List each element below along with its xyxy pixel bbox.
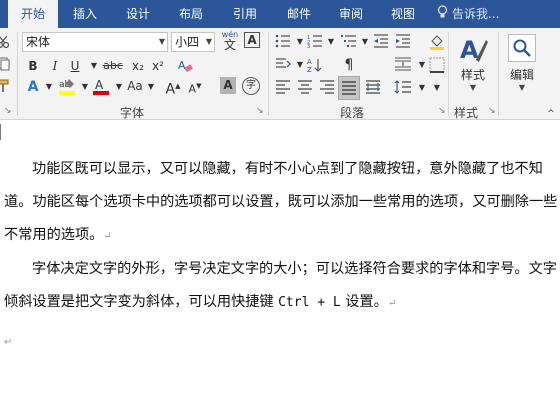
- font-launcher-icon[interactable]: ↘: [256, 106, 264, 116]
- change-case-dropdown[interactable]: ▼: [140, 77, 162, 97]
- margin-marker: [0, 124, 3, 140]
- distributed-icon: [366, 80, 380, 94]
- font-name-select[interactable]: 宋体 ▼: [22, 32, 168, 52]
- justify-button[interactable]: [338, 76, 360, 100]
- justify-icon: [342, 81, 356, 95]
- tab-layout[interactable]: 布局: [168, 0, 214, 28]
- increase-indent-icon: [396, 34, 410, 48]
- italic-button[interactable]: I: [44, 56, 66, 76]
- cut-icon[interactable]: [0, 33, 14, 53]
- increase-indent-button[interactable]: [392, 32, 414, 52]
- paragraph[interactable]: 字体决定文字的外形，字号决定文字的大小；可以选择符合要求的字体和字号。文字倾斜设…: [4, 253, 560, 320]
- svg-text:3: 3: [307, 44, 310, 48]
- ribbon: ↘ 宋体 ▼ 小四 ▼ wén 文 A B I U ▼ abc x₂ x² A …: [0, 28, 560, 120]
- group-separator: [268, 32, 269, 116]
- chevron-down-icon: ▼: [469, 83, 477, 92]
- styles-icon: A: [460, 36, 488, 64]
- borders-button[interactable]: [426, 55, 448, 75]
- shrink-font-label: A: [188, 82, 197, 96]
- grow-font-label: A: [165, 81, 176, 98]
- svg-text:A: A: [307, 58, 312, 66]
- phonetic-guide-button[interactable]: wén 文: [219, 30, 241, 54]
- decrease-indent-icon: [374, 34, 388, 48]
- chevron-down-icon: ▼: [205, 37, 212, 46]
- grow-font-button[interactable]: A▲: [162, 76, 184, 98]
- styles-label: 样式: [460, 68, 485, 82]
- align-center-icon: [298, 80, 312, 94]
- styles-button[interactable]: A 样式 ▼: [452, 32, 494, 92]
- character-shading-button[interactable]: A: [220, 77, 236, 94]
- align-right-icon: [320, 80, 334, 94]
- search-icon: [508, 34, 536, 62]
- tab-design[interactable]: 设计: [115, 0, 161, 28]
- align-center-button[interactable]: [294, 78, 316, 98]
- format-painter-icon[interactable]: [0, 77, 14, 97]
- styles-launcher-icon[interactable]: ↘: [488, 106, 496, 116]
- font-size-select[interactable]: 小四 ▼: [171, 32, 215, 52]
- strikethrough-button[interactable]: abc: [100, 56, 126, 76]
- group-separator: [17, 32, 18, 116]
- subscript-button[interactable]: x₂: [127, 56, 149, 76]
- shrink-font-button[interactable]: A▼: [184, 76, 206, 96]
- tell-me-box[interactable]: 告诉我...: [437, 0, 499, 28]
- editing-button[interactable]: 编辑 ▼: [502, 32, 542, 92]
- show-marks-button[interactable]: ¶: [338, 55, 360, 75]
- sort-button[interactable]: AZ: [304, 55, 326, 75]
- borders-icon: [429, 57, 445, 73]
- align-left-button[interactable]: [272, 78, 294, 98]
- styles-group-label: 样式: [454, 106, 479, 120]
- font-group-label: 字体: [120, 106, 145, 120]
- phonetic-guide-char: 文: [223, 38, 236, 52]
- tab-review[interactable]: 审阅: [328, 0, 374, 28]
- document-area[interactable]: 功能区既可以显示，又可以隐藏，有时不小心点到了隐藏按钮，意外隐藏了也不知道。功能…: [0, 121, 560, 400]
- clipboard-launcher-icon[interactable]: ↘: [4, 106, 12, 116]
- svg-text:A: A: [95, 78, 104, 92]
- align-left-icon: [276, 80, 290, 94]
- editing-label: 编辑: [509, 68, 534, 82]
- shading-button[interactable]: [426, 32, 448, 52]
- tell-me-text: 告诉我...: [452, 7, 500, 21]
- tab-mailings[interactable]: 邮件: [276, 0, 322, 28]
- decrease-indent-button[interactable]: [370, 32, 392, 52]
- font-size-value: 小四: [175, 35, 200, 49]
- font-name-value: 宋体: [26, 35, 51, 49]
- group-separator: [448, 32, 449, 116]
- character-border-button[interactable]: A: [244, 32, 260, 48]
- clear-formatting-button[interactable]: A: [174, 56, 196, 76]
- line-spacing-icon: [394, 80, 411, 94]
- pilcrow-icon: ¶: [344, 57, 354, 73]
- svg-text:Z: Z: [307, 66, 312, 73]
- tab-references[interactable]: 引用: [222, 0, 268, 28]
- paragraph-group-label: 段落: [340, 106, 365, 120]
- copy-icon[interactable]: [0, 55, 14, 75]
- lightbulb-icon: [437, 1, 448, 29]
- tab-home[interactable]: 开始: [8, 0, 58, 28]
- shortcut-text: Ctrl + L: [278, 295, 341, 310]
- eraser-icon: A: [178, 59, 193, 73]
- paragraph-launcher-icon[interactable]: ↘: [438, 106, 446, 116]
- bold-button[interactable]: B: [22, 56, 44, 76]
- paragraph-spacing-icon: [395, 57, 411, 71]
- sort-icon: AZ: [307, 58, 322, 73]
- align-right-button[interactable]: [316, 78, 338, 98]
- paragraph-mark: ↵: [103, 231, 112, 242]
- paint-bucket-icon: [430, 35, 444, 50]
- chevron-down-icon: ▼: [518, 83, 526, 92]
- paragraph[interactable]: 功能区既可以显示，又可以隐藏，有时不小心点到了隐藏按钮，意外隐藏了也不知道。功能…: [4, 153, 560, 253]
- group-separator: [498, 32, 499, 116]
- paragraph-mark: ↵: [4, 337, 13, 348]
- ribbon-tab-bar: 开始 插入 设计 布局 引用 邮件 审阅 视图 告诉我...: [0, 0, 560, 28]
- chevron-down-icon: ▼: [158, 37, 165, 46]
- borders-dropdown[interactable]: ▼: [426, 78, 448, 98]
- enclose-characters-button[interactable]: 字: [242, 77, 260, 95]
- paragraph-text: 功能区既可以显示，又可以隐藏，有时不小心点到了隐藏按钮，意外隐藏了也不知道。功能…: [4, 161, 558, 243]
- svg-text:A: A: [178, 59, 186, 72]
- distributed-button[interactable]: [362, 78, 384, 98]
- tab-view[interactable]: 视图: [380, 0, 426, 28]
- tab-insert[interactable]: 插入: [62, 0, 108, 28]
- superscript-button[interactable]: x²: [147, 56, 169, 76]
- paragraph-text: 设置。: [345, 294, 388, 310]
- document-body[interactable]: 功能区既可以显示，又可以隐藏，有时不小心点到了隐藏按钮，意外隐藏了也不知道。功能…: [4, 153, 560, 320]
- paragraph-mark: ↵: [387, 298, 397, 309]
